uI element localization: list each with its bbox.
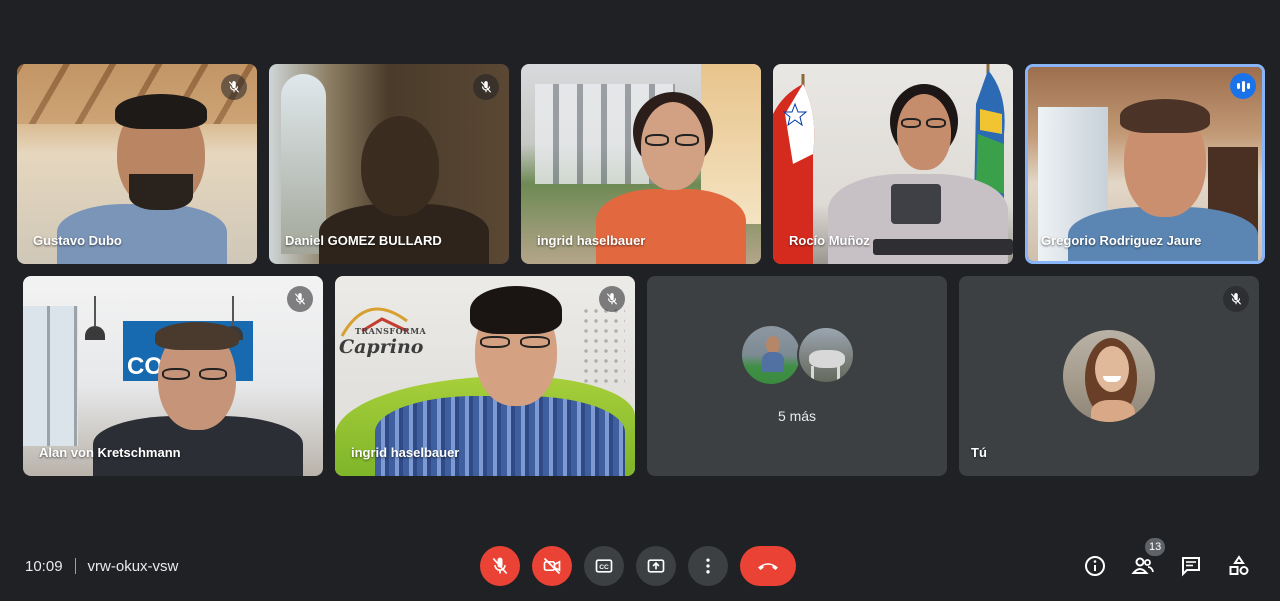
more-participants-tile[interactable]: 5 más	[647, 276, 947, 476]
participant-name: ingrid haselbauer	[351, 445, 460, 460]
mic-off-icon	[1223, 286, 1249, 312]
present-button[interactable]	[636, 546, 676, 586]
leave-call-button[interactable]	[740, 546, 796, 586]
participant-tile-gustavo[interactable]: Gustavo Dubo	[17, 64, 257, 264]
captions-icon: CC	[595, 559, 613, 573]
more-options-button[interactable]	[688, 546, 728, 586]
participant-name: ingrid haselbauer	[537, 233, 646, 248]
self-tile[interactable]: Tú	[959, 276, 1259, 476]
activities-icon	[1229, 555, 1249, 575]
svg-text:CC: CC	[599, 564, 609, 571]
activities-button[interactable]	[1226, 553, 1252, 579]
info-icon	[1085, 556, 1105, 576]
mic-off-icon	[473, 74, 499, 100]
avatar	[797, 326, 855, 384]
camera-off-icon	[543, 557, 561, 575]
speaking-icon	[1230, 73, 1256, 99]
chat-button[interactable]	[1178, 553, 1204, 579]
participant-name: Alan von Kretschmann	[39, 445, 181, 460]
participant-tile-gregorio[interactable]: Gregorio Rodriguez Jaure	[1025, 64, 1265, 264]
participant-tile-ingrid-2[interactable]: TRANSFORMA Caprino ingrid haselbauer	[335, 276, 635, 476]
captions-button[interactable]: CC	[584, 546, 624, 586]
mic-off-icon	[599, 286, 625, 312]
mic-toggle-button[interactable]	[480, 546, 520, 586]
participant-tile-ingrid[interactable]: ingrid haselbauer	[521, 64, 761, 264]
mic-off-icon	[287, 286, 313, 312]
avatar	[742, 326, 800, 384]
participant-name: Daniel GOMEZ BULLARD	[285, 233, 442, 248]
more-vert-icon	[706, 558, 710, 574]
participant-tile-rocio[interactable]: Rocío Muñoz	[773, 64, 1013, 264]
meeting-info: 10:09 vrw-okux-vsw	[25, 556, 178, 576]
participant-name: Gustavo Dubo	[33, 233, 122, 248]
more-participants-label: 5 más	[777, 408, 817, 424]
mic-off-icon	[221, 74, 247, 100]
people-icon	[1131, 557, 1154, 574]
chat-icon	[1182, 557, 1200, 577]
camera-toggle-button[interactable]	[532, 546, 572, 586]
divider	[74, 558, 76, 574]
mic-off-icon	[492, 557, 508, 575]
participant-name: Rocío Muñoz	[789, 233, 870, 248]
meeting-details-button[interactable]	[1082, 553, 1108, 579]
self-avatar	[1063, 330, 1155, 422]
participant-name: Tú	[971, 445, 987, 460]
participant-tile-alan[interactable]: CO Alan von Kretschmann	[23, 276, 323, 476]
meeting-time: 10:09	[25, 557, 63, 575]
participant-tile-daniel[interactable]: Daniel GOMEZ BULLARD	[269, 64, 509, 264]
present-icon	[647, 559, 665, 573]
meeting-code[interactable]: vrw-okux-vsw	[88, 558, 179, 575]
participant-name: Gregorio Rodriguez Jaure	[1041, 233, 1202, 248]
hang-up-icon	[758, 563, 778, 570]
people-button[interactable]	[1130, 553, 1156, 579]
